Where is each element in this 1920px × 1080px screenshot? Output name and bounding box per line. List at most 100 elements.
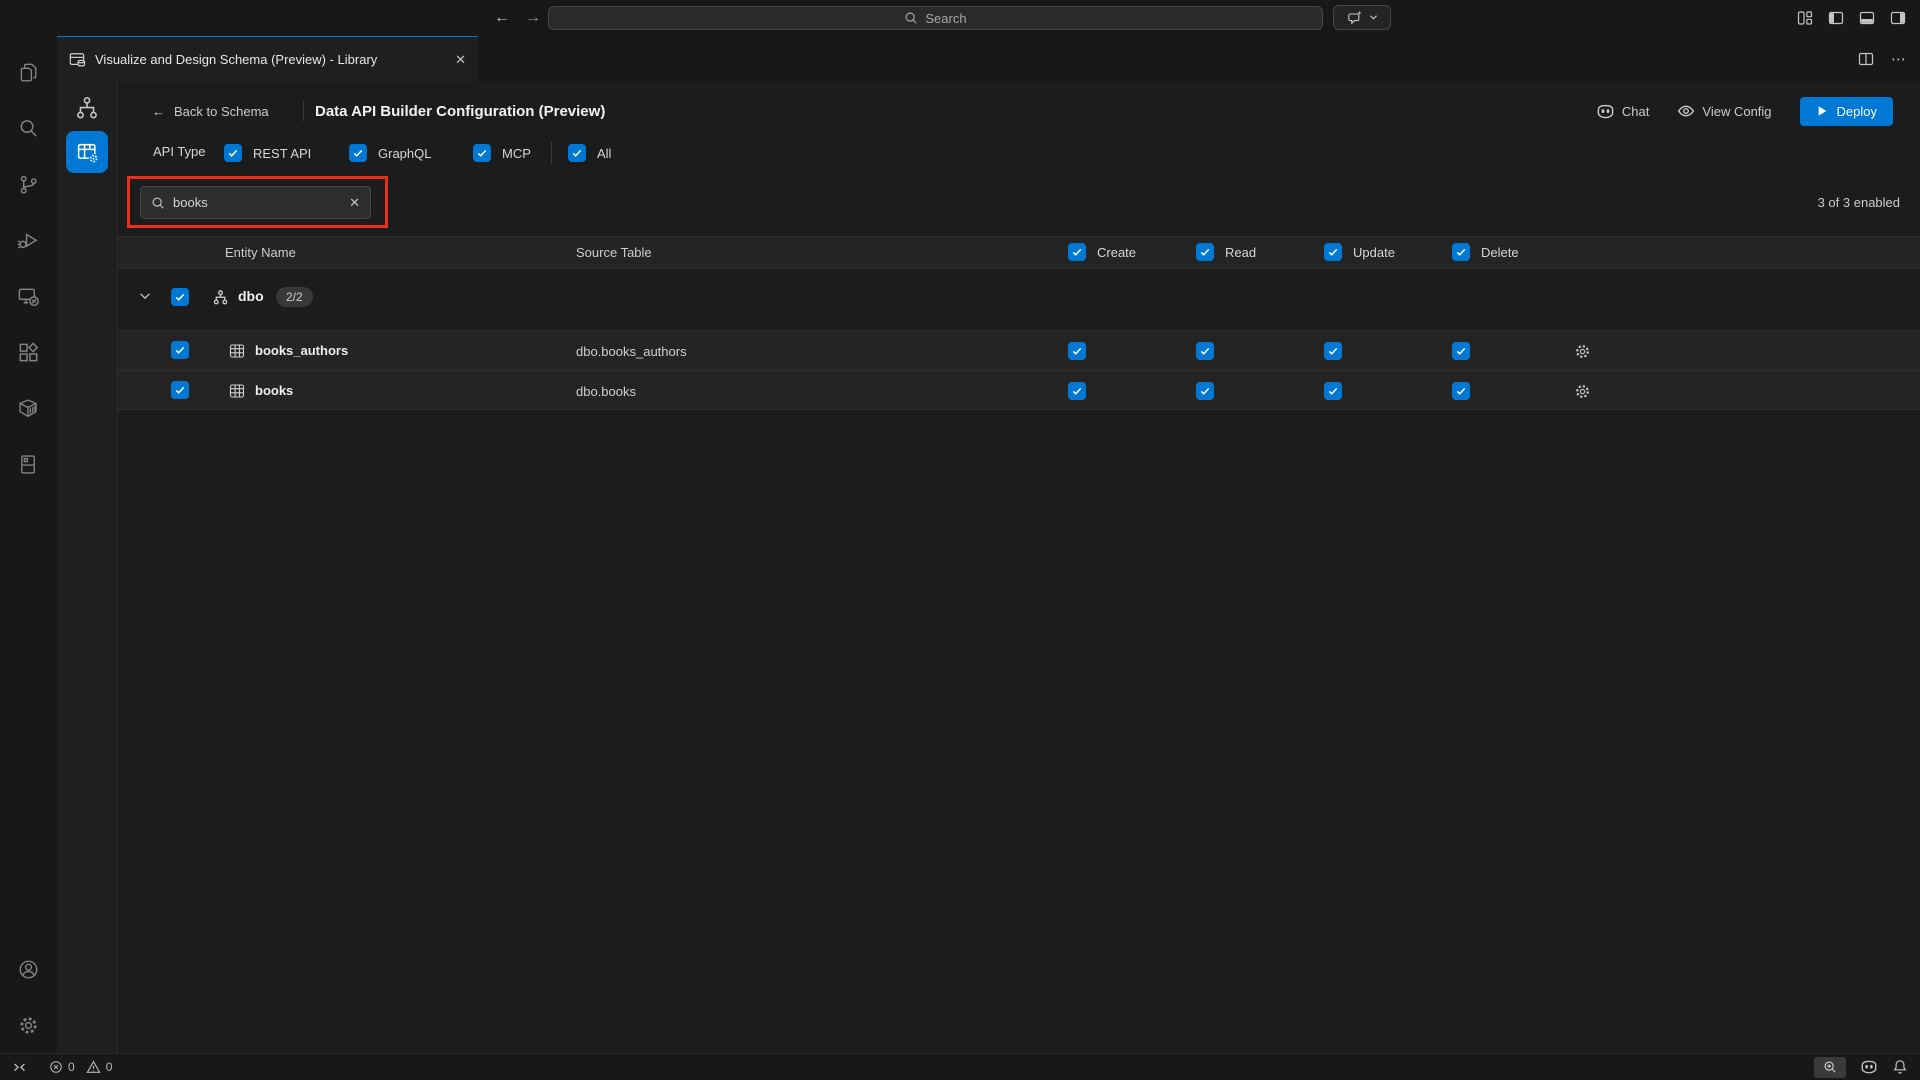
dab-config-tool-button[interactable] <box>66 131 108 173</box>
chevron-down-icon <box>1369 14 1378 21</box>
tab-close-icon[interactable]: ✕ <box>455 52 466 68</box>
mcp-label: MCP <box>502 146 531 161</box>
collapse-chevron-icon[interactable] <box>138 289 152 303</box>
filter-graphql: GraphQL <box>349 144 431 162</box>
activity-bar <box>0 36 57 1053</box>
copilot-status-icon[interactable] <box>1860 1058 1878 1076</box>
notifications-bell-icon[interactable] <box>1892 1059 1908 1075</box>
chat-label: Chat <box>1622 104 1649 119</box>
view-config-button[interactable]: View Config <box>1677 102 1771 120</box>
table-icon <box>229 343 245 359</box>
zoom-status-button[interactable] <box>1814 1057 1846 1078</box>
customize-layout-icon[interactable] <box>1797 10 1813 26</box>
warning-count: 0 <box>106 1060 113 1074</box>
delete-checkbox[interactable] <box>1452 382 1470 400</box>
extensions-icon[interactable] <box>0 324 57 380</box>
run-debug-icon[interactable] <box>0 212 57 268</box>
database-projects-icon[interactable] <box>0 436 57 492</box>
schema-diagram-tool-icon[interactable] <box>74 95 100 121</box>
chat-button[interactable]: Chat <box>1596 102 1649 121</box>
column-create: Create <box>1068 243 1136 261</box>
entity-row-books-authors: books_authors dbo.books_authors <box>118 330 1920 370</box>
remote-explorer-icon[interactable] <box>0 268 57 324</box>
entity-name: books <box>255 383 293 398</box>
split-editor-icon[interactable] <box>1858 51 1874 67</box>
copilot-chat-button[interactable] <box>1333 5 1391 30</box>
mcp-checkbox[interactable] <box>473 144 491 162</box>
toggle-panel-icon[interactable] <box>1859 10 1875 26</box>
settings-gear-icon[interactable] <box>0 997 57 1053</box>
view-config-label: View Config <box>1702 104 1771 119</box>
clear-search-icon[interactable]: ✕ <box>349 195 360 211</box>
nav-forward-icon[interactable]: → <box>525 9 541 27</box>
page-title: Data API Builder Configuration (Preview) <box>315 94 605 128</box>
group-count-badge: 2/2 <box>276 287 313 307</box>
tab-visualize-design-schema[interactable]: Visualize and Design Schema (Preview) - … <box>57 36 478 82</box>
rest-api-checkbox[interactable] <box>224 144 242 162</box>
update-checkbox[interactable] <box>1324 342 1342 360</box>
problems-indicator[interactable]: 0 0 <box>49 1060 112 1074</box>
entity-search-input[interactable] <box>173 195 341 210</box>
row-settings-gear-icon[interactable] <box>1574 383 1591 400</box>
schema-group-row: dbo 2/2 <box>118 272 1920 322</box>
graphql-checkbox[interactable] <box>349 144 367 162</box>
column-entity-name: Entity Name <box>225 237 296 268</box>
search-sidebar-icon[interactable] <box>0 100 57 156</box>
all-checkbox[interactable] <box>568 144 586 162</box>
filter-mcp: MCP <box>473 144 531 162</box>
read-checkbox[interactable] <box>1196 382 1214 400</box>
filter-rest-api: REST API <box>224 144 311 162</box>
column-read: Read <box>1196 243 1256 261</box>
status-bar: 0 0 <box>0 1053 1920 1080</box>
graphql-label: GraphQL <box>378 146 431 161</box>
deploy-button[interactable]: Deploy <box>1800 97 1893 126</box>
create-all-checkbox[interactable] <box>1068 243 1086 261</box>
more-actions-icon[interactable]: ⋯ <box>1891 50 1906 68</box>
delete-checkbox[interactable] <box>1452 342 1470 360</box>
eye-icon <box>1677 102 1695 120</box>
create-checkbox[interactable] <box>1068 342 1086 360</box>
entity-table-header: Entity Name Source Table Create Read Upd… <box>118 236 1920 269</box>
back-to-schema-button[interactable]: ← Back to Schema <box>152 94 269 128</box>
error-count: 0 <box>68 1060 75 1074</box>
back-to-schema-label: Back to Schema <box>174 104 269 119</box>
play-icon <box>1816 105 1828 117</box>
row-settings-gear-icon[interactable] <box>1574 343 1591 360</box>
explorer-icon[interactable] <box>0 44 57 100</box>
toggle-primary-sidebar-icon[interactable] <box>1828 10 1844 26</box>
entity-row-books: books dbo.books <box>118 370 1920 410</box>
row-checkbox[interactable] <box>171 381 189 399</box>
column-update: Update <box>1324 243 1395 261</box>
back-arrow-icon: ← <box>152 104 165 119</box>
header-divider <box>303 101 304 121</box>
update-all-checkbox[interactable] <box>1324 243 1342 261</box>
designer-side-toolbar <box>57 82 118 1053</box>
warnings-icon <box>86 1060 101 1074</box>
read-checkbox[interactable] <box>1196 342 1214 360</box>
command-center-search[interactable]: Search <box>548 6 1323 30</box>
search-placeholder: Search <box>925 11 966 26</box>
nav-back-icon[interactable]: ← <box>494 9 510 27</box>
create-checkbox[interactable] <box>1068 382 1086 400</box>
api-type-label: API Type <box>153 144 206 159</box>
schema-designer-tab-icon <box>69 51 86 68</box>
source-control-icon[interactable] <box>0 156 57 212</box>
read-all-checkbox[interactable] <box>1196 243 1214 261</box>
remote-indicator-icon[interactable] <box>12 1061 27 1074</box>
dab-configuration-panel: ← Back to Schema Data API Builder Config… <box>118 82 1920 1053</box>
deploy-label: Deploy <box>1837 104 1877 119</box>
column-source-table: Source Table <box>576 237 652 268</box>
accounts-icon[interactable] <box>0 941 57 997</box>
rest-api-label: REST API <box>253 146 311 161</box>
tab-label: Visualize and Design Schema (Preview) - … <box>95 52 377 67</box>
delete-all-checkbox[interactable] <box>1452 243 1470 261</box>
row-checkbox[interactable] <box>171 341 189 359</box>
group-name: dbo <box>238 288 264 304</box>
entity-search-box: ✕ <box>140 186 371 219</box>
group-checkbox[interactable] <box>171 288 189 306</box>
containers-icon[interactable] <box>0 380 57 436</box>
filter-divider <box>551 142 552 164</box>
update-checkbox[interactable] <box>1324 382 1342 400</box>
column-delete: Delete <box>1452 243 1519 261</box>
toggle-secondary-sidebar-icon[interactable] <box>1890 10 1906 26</box>
